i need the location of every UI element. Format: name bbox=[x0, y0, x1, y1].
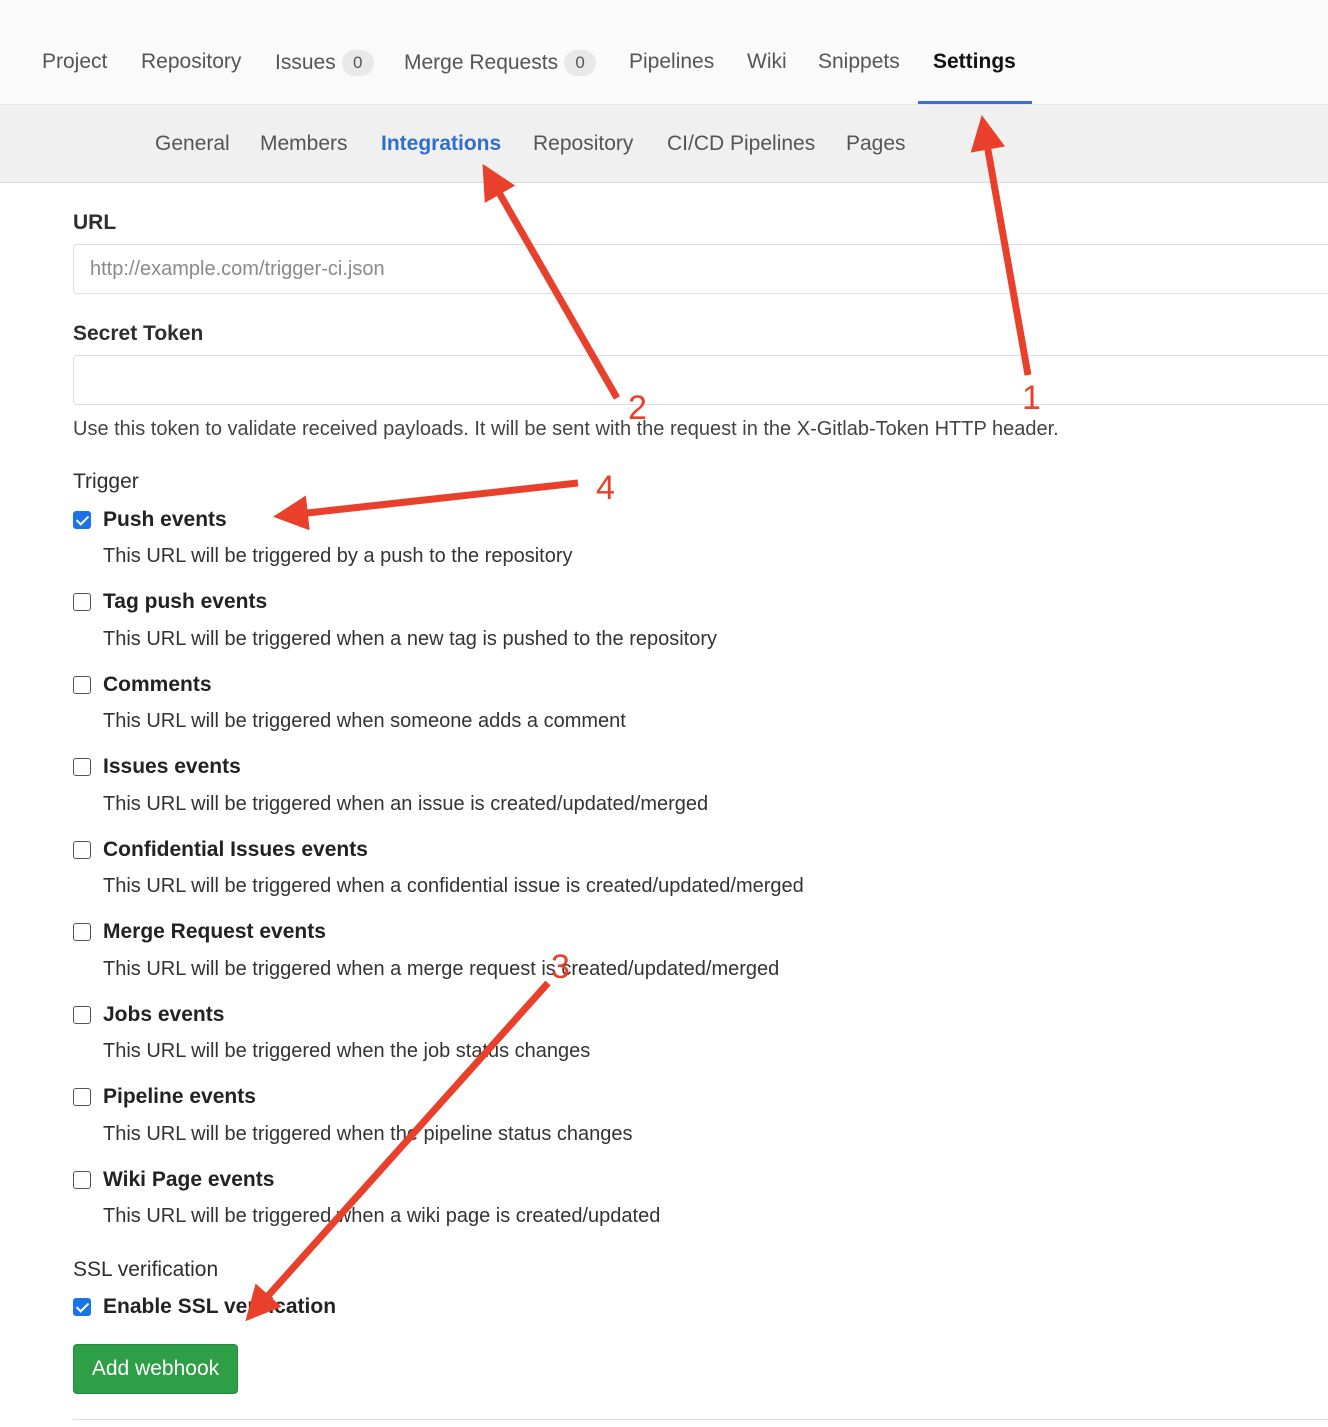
ssl-verification-label: SSL verification bbox=[73, 1258, 219, 1281]
tab-pipelines[interactable]: Pipelines bbox=[629, 50, 714, 74]
jobs-events-title[interactable]: Jobs events bbox=[103, 1003, 224, 1027]
secret-token-help: Use this token to validate received payl… bbox=[73, 418, 1059, 440]
issues-events-checkbox[interactable] bbox=[73, 758, 91, 776]
page: Project Repository Issues 0 Merge Reques… bbox=[0, 0, 1328, 1427]
tab-merge-requests[interactable]: Merge Requests 0 bbox=[404, 50, 597, 76]
tag-push-events-checkbox[interactable] bbox=[73, 593, 91, 611]
active-tab-indicator bbox=[918, 101, 1032, 104]
annotation-arrow-3 bbox=[245, 980, 551, 1322]
annotation-arrow-4 bbox=[273, 479, 579, 531]
confidential-issues-events-checkbox[interactable] bbox=[73, 841, 91, 859]
subtab-general[interactable]: General bbox=[155, 132, 230, 156]
wiki-page-events-description: This URL will be triggered when a wiki p… bbox=[103, 1205, 661, 1227]
subtab-cicd-pipelines[interactable]: CI/CD Pipelines bbox=[667, 132, 815, 156]
trigger-label: Trigger bbox=[73, 470, 139, 493]
top-nav: Project Repository Issues 0 Merge Reques… bbox=[0, 0, 1328, 105]
form-divider bbox=[73, 1419, 1328, 1420]
secret-token-input[interactable] bbox=[73, 355, 1328, 405]
url-input[interactable] bbox=[73, 244, 1328, 294]
merge-request-events-title[interactable]: Merge Request events bbox=[103, 920, 326, 944]
confidential-issues-events-title[interactable]: Confidential Issues events bbox=[103, 838, 368, 862]
tab-label: Pipelines bbox=[629, 50, 715, 73]
issues-events-description: This URL will be triggered when an issue… bbox=[103, 793, 709, 815]
subtab-members[interactable]: Members bbox=[260, 132, 348, 156]
pipeline-events-title[interactable]: Pipeline events bbox=[103, 1085, 256, 1109]
push-events-description: This URL will be triggered by a push to … bbox=[103, 545, 573, 567]
tab-snippets[interactable]: Snippets bbox=[818, 50, 900, 74]
subtab-integrations[interactable]: Integrations bbox=[381, 132, 501, 156]
comments-description: This URL will be triggered when someone … bbox=[103, 710, 626, 732]
comments-title[interactable]: Comments bbox=[103, 673, 212, 697]
tab-label: Issues bbox=[275, 51, 336, 74]
tab-label: Snippets bbox=[818, 50, 900, 73]
wiki-page-events-title[interactable]: Wiki Page events bbox=[103, 1168, 274, 1192]
merge-request-events-checkbox[interactable] bbox=[73, 923, 91, 941]
comments-checkbox[interactable] bbox=[73, 676, 91, 694]
wiki-page-events-checkbox[interactable] bbox=[73, 1171, 91, 1189]
tab-label: Wiki bbox=[747, 50, 787, 73]
merge-request-events-description: This URL will be triggered when a merge … bbox=[103, 958, 780, 980]
enable-ssl-checkbox[interactable] bbox=[73, 1298, 91, 1316]
tab-repository[interactable]: Repository bbox=[141, 50, 241, 74]
jobs-events-description: This URL will be triggered when the job … bbox=[103, 1040, 591, 1062]
sub-nav: General Members Integrations Repository … bbox=[0, 105, 1328, 183]
confidential-issues-events-description: This URL will be triggered when a confid… bbox=[103, 875, 804, 897]
subtab-pages[interactable]: Pages bbox=[846, 132, 906, 156]
push-events-checkbox[interactable] bbox=[73, 511, 91, 529]
pipeline-events-checkbox[interactable] bbox=[73, 1088, 91, 1106]
tab-label: Repository bbox=[141, 50, 242, 73]
issues-events-title[interactable]: Issues events bbox=[103, 755, 241, 779]
tab-settings[interactable]: Settings bbox=[933, 50, 1016, 74]
annotation-number-4: 4 bbox=[596, 469, 615, 507]
count-badge: 0 bbox=[341, 50, 374, 76]
enable-ssl-title[interactable]: Enable SSL verification bbox=[103, 1295, 336, 1319]
tag-push-events-title[interactable]: Tag push events bbox=[103, 590, 267, 614]
tab-label: Settings bbox=[933, 50, 1016, 73]
secret-token-label: Secret Token bbox=[73, 322, 204, 345]
push-events-title[interactable]: Push events bbox=[103, 508, 227, 532]
tab-label: Merge Requests bbox=[404, 51, 559, 74]
add-webhook-button[interactable]: Add webhook bbox=[73, 1344, 238, 1394]
tab-wiki[interactable]: Wiki bbox=[747, 50, 787, 74]
jobs-events-checkbox[interactable] bbox=[73, 1006, 91, 1024]
tab-label: Project bbox=[42, 50, 108, 73]
tab-project[interactable]: Project bbox=[42, 50, 107, 74]
count-badge: 0 bbox=[564, 50, 597, 76]
tag-push-events-description: This URL will be triggered when a new ta… bbox=[103, 628, 718, 650]
tab-issues[interactable]: Issues 0 bbox=[275, 50, 374, 76]
subtab-repository[interactable]: Repository bbox=[533, 132, 633, 156]
url-label: URL bbox=[73, 211, 117, 234]
pipeline-events-description: This URL will be triggered when the pipe… bbox=[103, 1123, 633, 1145]
